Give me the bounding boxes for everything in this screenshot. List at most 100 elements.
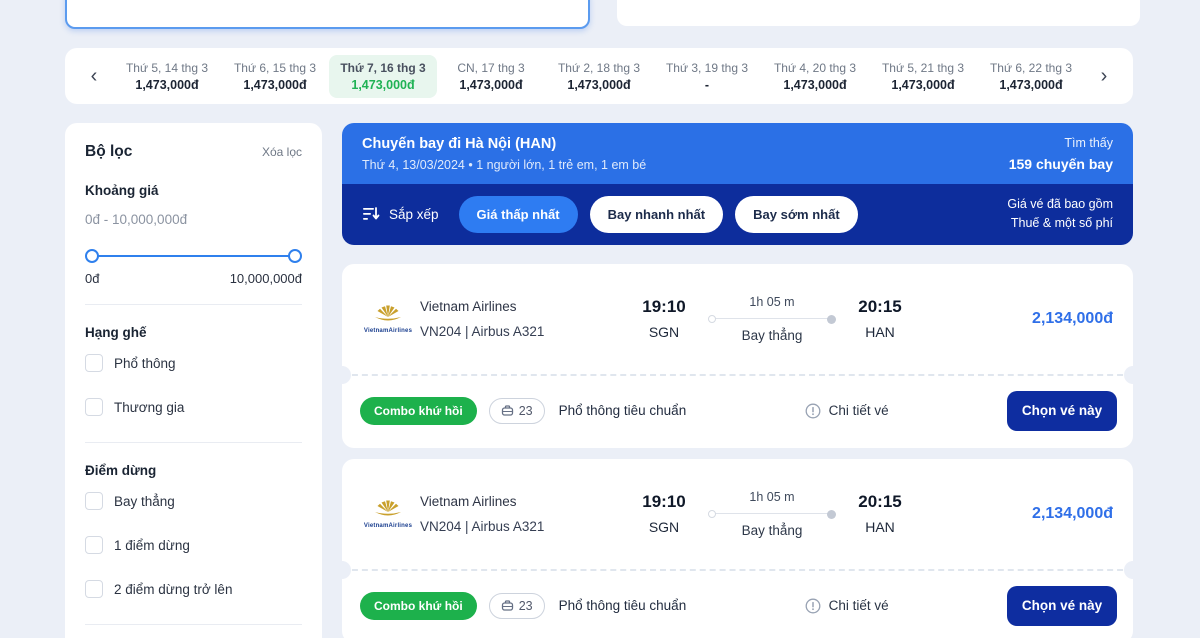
chevron-right-icon[interactable]: › bbox=[1085, 48, 1123, 104]
date-price: 1,473,000đ bbox=[765, 78, 865, 92]
baggage-count: 23 bbox=[519, 599, 533, 613]
filter-option-direct[interactable]: Bay thẳng bbox=[85, 492, 302, 510]
found-count: 159 chuyến bay bbox=[1009, 156, 1113, 172]
depart-airport: SGN bbox=[628, 519, 700, 535]
select-ticket-button[interactable]: Chọn vé này bbox=[1007, 586, 1117, 626]
flight-number: VN204 | Airbus A321 bbox=[420, 324, 628, 339]
airline-logo-text: VietnamAirlines bbox=[360, 328, 416, 334]
select-ticket-button[interactable]: Chọn vé này bbox=[1007, 391, 1117, 431]
info-icon bbox=[805, 403, 821, 419]
clear-filters-link[interactable]: Xóa lọc bbox=[262, 145, 302, 159]
checkbox-label: 2 điểm dừng trở lên bbox=[114, 582, 232, 597]
airline-name: Vietnam Airlines bbox=[420, 494, 628, 509]
date-tab[interactable]: CN, 17 thg 3 1,473,000đ bbox=[437, 55, 545, 98]
depart-time: 19:10 bbox=[628, 297, 700, 317]
date-tab[interactable]: Thứ 5, 14 thg 3 1,473,000đ bbox=[113, 55, 221, 98]
price-min-label: 0đ bbox=[85, 271, 99, 286]
date-tab[interactable]: Thứ 3, 19 thg 3 - bbox=[653, 55, 761, 98]
airline-logo-text: VietnamAirlines bbox=[360, 523, 416, 529]
price-max-label: 10,000,000đ bbox=[230, 271, 302, 286]
checkbox-label: Phổ thông bbox=[114, 356, 176, 371]
date-price: 1,473,000đ bbox=[441, 78, 541, 92]
chevron-left-icon[interactable]: ‹ bbox=[75, 48, 113, 104]
divider bbox=[85, 304, 302, 305]
date-tab[interactable]: Thứ 6, 15 thg 3 1,473,000đ bbox=[221, 55, 329, 98]
fare-class: Phổ thông tiêu chuẩn bbox=[559, 598, 687, 613]
baggage-count: 23 bbox=[519, 404, 533, 418]
flight-card: VietnamAirlines Vietnam Airlines VN204 |… bbox=[342, 264, 1133, 448]
combo-badge[interactable]: Combo khứ hồi bbox=[360, 397, 477, 425]
found-label: Tìm thấy bbox=[1009, 136, 1113, 150]
sort-option-cheapest[interactable]: Giá thấp nhất bbox=[459, 196, 578, 233]
date-carousel: ‹ Thứ 5, 14 thg 3 1,473,000đ Thứ 6, 15 t… bbox=[65, 48, 1133, 104]
date-tab[interactable]: Thứ 4, 20 thg 3 1,473,000đ bbox=[761, 55, 869, 98]
stop-type: Bay thẳng bbox=[706, 523, 838, 538]
combo-badge[interactable]: Combo khứ hồi bbox=[360, 592, 477, 620]
date-label: Thứ 6, 22 thg 3 bbox=[981, 61, 1081, 75]
arrive-airport: HAN bbox=[844, 324, 916, 340]
filter-option-two-plus-stops[interactable]: 2 điểm dừng trở lên bbox=[85, 580, 302, 598]
ticket-details-link[interactable]: Chi tiết vé bbox=[805, 403, 889, 419]
filter-option-economy[interactable]: Phổ thông bbox=[85, 354, 302, 372]
airline-logo: VietnamAirlines bbox=[360, 499, 416, 529]
flight-duration: 1h 05 m bbox=[706, 295, 838, 309]
checkbox-label: Bay thẳng bbox=[114, 494, 175, 509]
baggage-badge[interactable]: 23 bbox=[489, 593, 545, 619]
slider-handle-min[interactable] bbox=[85, 249, 99, 263]
results-title: Chuyến bay đi Hà Nội (HAN) bbox=[362, 136, 646, 152]
flight-price: 2,134,000đ bbox=[1032, 310, 1117, 328]
results-header: Chuyến bay đi Hà Nội (HAN) Thứ 4, 13/03/… bbox=[342, 123, 1133, 245]
checkbox[interactable] bbox=[85, 580, 103, 598]
ticket-details-link[interactable]: Chi tiết vé bbox=[805, 598, 889, 614]
baggage-icon bbox=[501, 404, 514, 417]
price-range-value: 0đ - 10,000,000đ bbox=[85, 212, 302, 227]
checkbox-label: 1 điểm dừng bbox=[114, 538, 190, 553]
sort-label: Sắp xếp bbox=[389, 207, 439, 222]
flight-number: VN204 | Airbus A321 bbox=[420, 519, 628, 534]
date-tab-selected[interactable]: Thứ 7, 16 thg 3 1,473,000đ bbox=[329, 55, 437, 98]
flight-duration: 1h 05 m bbox=[706, 490, 838, 504]
sort-option-earliest[interactable]: Bay sớm nhất bbox=[735, 196, 858, 233]
date-price: 1,473,000đ bbox=[873, 78, 973, 92]
sort-option-fastest[interactable]: Bay nhanh nhất bbox=[590, 196, 724, 233]
baggage-badge[interactable]: 23 bbox=[489, 398, 545, 424]
flight-price: 2,134,000đ bbox=[1032, 505, 1117, 523]
ticket-divider bbox=[342, 374, 1133, 376]
details-label: Chi tiết vé bbox=[829, 598, 889, 613]
date-price: 1,473,000đ bbox=[549, 78, 649, 92]
date-label: Thứ 5, 21 thg 3 bbox=[873, 61, 973, 75]
checkbox[interactable] bbox=[85, 536, 103, 554]
date-tab[interactable]: Thứ 6, 22 thg 3 1,473,000đ bbox=[977, 55, 1085, 98]
slider-track bbox=[87, 255, 300, 257]
search-panel-partial[interactable] bbox=[617, 0, 1140, 26]
depart-time: 19:10 bbox=[628, 492, 700, 512]
flight-path-line bbox=[708, 315, 836, 323]
fare-class: Phổ thông tiêu chuẩn bbox=[559, 403, 687, 418]
results-subtitle: Thứ 4, 13/03/2024 • 1 người lớn, 1 trẻ e… bbox=[362, 158, 646, 172]
date-price: - bbox=[657, 78, 757, 92]
divider bbox=[85, 624, 302, 625]
filter-option-one-stop[interactable]: 1 điểm dừng bbox=[85, 536, 302, 554]
date-price: 1,473,000đ bbox=[333, 78, 433, 92]
slider-handle-max[interactable] bbox=[288, 249, 302, 263]
price-range-slider[interactable] bbox=[87, 249, 300, 263]
search-input-partial[interactable] bbox=[65, 0, 590, 29]
depart-airport: SGN bbox=[628, 324, 700, 340]
date-tab[interactable]: Thứ 2, 18 thg 3 1,473,000đ bbox=[545, 55, 653, 98]
date-label: Thứ 7, 16 thg 3 bbox=[333, 61, 433, 75]
date-price: 1,473,000đ bbox=[981, 78, 1081, 92]
results-column: Chuyến bay đi Hà Nội (HAN) Thứ 4, 13/03/… bbox=[342, 123, 1133, 638]
price-range-title: Khoảng giá bbox=[85, 183, 302, 198]
checkbox[interactable] bbox=[85, 398, 103, 416]
checkbox-label: Thương gia bbox=[114, 400, 184, 415]
date-tab[interactable]: Thứ 5, 21 thg 3 1,473,000đ bbox=[869, 55, 977, 98]
details-label: Chi tiết vé bbox=[829, 403, 889, 418]
checkbox[interactable] bbox=[85, 354, 103, 372]
filter-option-business[interactable]: Thương gia bbox=[85, 398, 302, 416]
date-label: Thứ 3, 19 thg 3 bbox=[657, 61, 757, 75]
checkbox[interactable] bbox=[85, 492, 103, 510]
filters-sidebar: Bộ lọc Xóa lọc Khoảng giá 0đ - 10,000,00… bbox=[65, 123, 322, 638]
arrive-time: 20:15 bbox=[844, 297, 916, 317]
date-label: Thứ 6, 15 thg 3 bbox=[225, 61, 325, 75]
filters-title: Bộ lọc bbox=[85, 143, 132, 161]
